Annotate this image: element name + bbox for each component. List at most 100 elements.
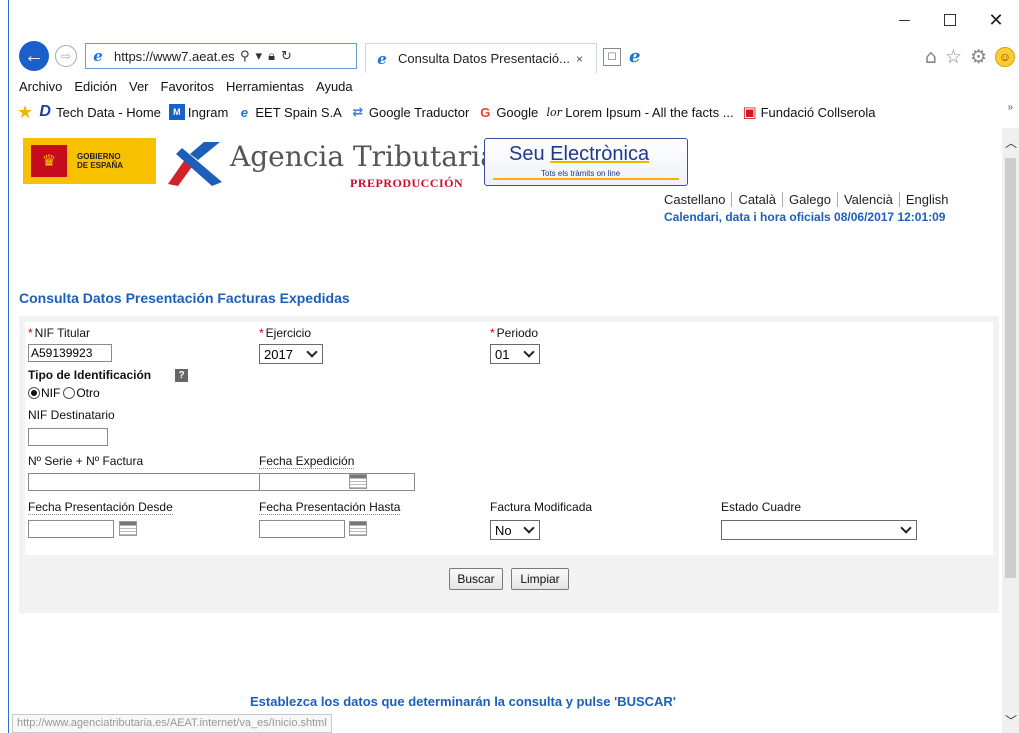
favorites-more-icon[interactable]: »: [1007, 102, 1013, 113]
ie-favorite-icon: e: [240, 104, 248, 120]
scroll-up-icon[interactable]: ︿: [1005, 134, 1017, 151]
menu-archivo[interactable]: Archivo: [19, 79, 62, 94]
new-tab-button[interactable]: ☐: [603, 48, 621, 66]
favorite-google-traductor[interactable]: ⇄ Google Traductor: [350, 104, 469, 120]
forward-button[interactable]: ⇨: [55, 45, 77, 67]
collserola-icon: ▣: [742, 104, 757, 121]
gobierno-text: GOBIERNO DE ESPAÑA: [77, 152, 124, 170]
menu-ver[interactable]: Ver: [129, 79, 149, 94]
favorite-ingram[interactable]: M Ingram: [168, 104, 228, 120]
vertical-scrollbar[interactable]: ︿ ﹀: [1002, 128, 1019, 733]
fecha-desde-input[interactable]: [28, 520, 114, 538]
search-form-panel: * NIF Titular A59139923 * Ejercicio 2017 *…: [19, 316, 999, 613]
chevron-down-icon: [523, 522, 535, 534]
home-icon[interactable]: ⌂: [925, 46, 937, 68]
menu-ayuda[interactable]: Ayuda: [316, 79, 353, 94]
techdata-icon: D: [39, 103, 51, 120]
fecha-hasta-input[interactable]: [259, 520, 345, 538]
factura-modificada-label: Factura Modificada: [490, 500, 593, 514]
tipo-identificacion-radios: NIF Otro: [28, 386, 100, 400]
browser-tools: ⌂ ☆ ⚙ ☺: [925, 46, 1015, 68]
calendar-icon[interactable]: [119, 521, 137, 536]
serie-factura-label: Nº Serie + Nº Factura: [28, 454, 144, 468]
agency-name[interactable]: Agencia Tributaria: [230, 140, 497, 173]
url-text[interactable]: https://www7.aeat.es/: [114, 49, 234, 64]
dropdown-icon[interactable]: ▾: [256, 48, 263, 64]
environment-label: PREPRODUCCIÓN: [350, 176, 464, 190]
menu-favoritos[interactable]: Favoritos: [161, 79, 214, 94]
address-tools: ⚲ ▾ 🔒︎ ↻: [240, 48, 292, 64]
tab-ie-icon: e: [377, 49, 387, 68]
chevron-down-icon: [306, 346, 318, 358]
address-bar[interactable]: e https://www7.aeat.es/ ⚲ ▾ 🔒︎ ↻: [85, 43, 357, 69]
favorite-fundacio-collserola[interactable]: ▣ Fundació Collserola: [742, 104, 875, 121]
scroll-down-icon[interactable]: ﹀: [1005, 712, 1017, 729]
nif-titular-input[interactable]: A59139923: [28, 344, 112, 362]
close-window-button[interactable]: ✕: [973, 0, 1019, 40]
factura-modificada-select[interactable]: No: [490, 520, 540, 540]
menu-bar: Archivo Edición Ver Favoritos Herramient…: [9, 76, 1019, 96]
gobierno-espana-logo[interactable]: ♛ GOBIERNO DE ESPAÑA: [23, 138, 156, 184]
agencia-tributaria-logo-icon[interactable]: [164, 138, 226, 188]
radio-otro[interactable]: [63, 387, 76, 399]
seu-subtitle: Tots els tràmits on line: [541, 169, 621, 178]
maximize-button[interactable]: [927, 0, 973, 40]
radio-otro-label: Otro: [76, 386, 100, 400]
estado-cuadre-select[interactable]: [721, 520, 917, 540]
lang-valencia[interactable]: Valencià: [836, 192, 899, 207]
search-icon[interactable]: ⚲: [240, 48, 250, 64]
serie-factura-input[interactable]: [28, 473, 260, 491]
favorites-bar: ★ D Tech Data - Home M Ingram e EET Spai…: [9, 100, 1019, 124]
lang-english[interactable]: English: [898, 192, 955, 207]
favorites-add-star-icon[interactable]: ★: [17, 102, 33, 123]
nif-destinatario-input[interactable]: [28, 428, 108, 446]
estado-cuadre-label: Estado Cuadre: [721, 500, 802, 514]
page-title: Consulta Datos Presentación Facturas Exp…: [19, 290, 350, 306]
fecha-expedicion-input[interactable]: [259, 473, 415, 491]
minimize-button[interactable]: [881, 0, 927, 40]
periodo-select[interactable]: 01: [490, 344, 540, 364]
ejercicio-label: * Ejercicio: [259, 326, 312, 340]
ejercicio-select[interactable]: 2017: [259, 344, 323, 364]
limpiar-button[interactable]: Limpiar: [511, 568, 569, 590]
scroll-thumb[interactable]: [1005, 158, 1016, 578]
fecha-desde-label: Fecha Presentación Desde: [28, 500, 173, 515]
favorite-google[interactable]: G Google: [477, 104, 538, 120]
arrow-right-icon: ⇨: [60, 49, 72, 63]
settings-gear-icon[interactable]: ⚙: [970, 46, 987, 68]
lang-castellano[interactable]: Castellano: [664, 192, 731, 207]
favorites-star-icon[interactable]: ☆: [945, 46, 962, 68]
buscar-button[interactable]: Buscar: [449, 568, 503, 590]
official-calendar-link[interactable]: Calendari, data i hora oficials 08/06/20…: [664, 210, 945, 224]
radio-nif[interactable]: [28, 387, 40, 399]
menu-edicion[interactable]: Edición: [74, 79, 117, 94]
tab-title: Consulta Datos Presentació...: [398, 51, 570, 66]
tab-close-icon[interactable]: ×: [576, 52, 583, 66]
status-bar-url: http://www.agenciatributaria.es/AEAT.int…: [12, 714, 332, 733]
periodo-label: * Periodo: [490, 326, 539, 340]
instruction-text: Establezca los datos que determinarán la…: [250, 694, 676, 709]
refresh-icon[interactable]: ↻: [281, 48, 292, 64]
google-icon: G: [480, 104, 491, 120]
lang-catala[interactable]: Català: [731, 192, 782, 207]
calendar-icon[interactable]: [349, 521, 367, 536]
ie-logo-icon[interactable]: e: [629, 46, 640, 67]
ingram-icon: M: [168, 104, 185, 120]
favorite-tech-data[interactable]: D Tech Data - Home: [37, 103, 161, 120]
search-form-fields: * NIF Titular A59139923 * Ejercicio 2017 *…: [25, 322, 993, 555]
chevron-down-icon: [900, 522, 912, 534]
fecha-expedicion-label: Fecha Expedición: [259, 454, 355, 469]
language-links: Castellano Català Galego Valencià Englis…: [664, 192, 954, 207]
menu-herramientas[interactable]: Herramientas: [226, 79, 304, 94]
favorite-lorem-ipsum[interactable]: lor Lorem Ipsum - All the facts ...: [546, 104, 734, 120]
back-button[interactable]: ←: [19, 41, 49, 71]
feedback-smiley-icon[interactable]: ☺: [995, 47, 1015, 67]
help-icon[interactable]: ?: [175, 369, 188, 382]
seu-electronica-banner[interactable]: Seu Electrònica Tots els tràmits on line: [484, 138, 688, 186]
browser-tab[interactable]: e Consulta Datos Presentació... ×: [365, 43, 597, 73]
calendar-icon[interactable]: [349, 474, 367, 489]
favorite-eet-spain[interactable]: e EET Spain S.A: [236, 104, 342, 120]
lang-galego[interactable]: Galego: [782, 192, 837, 207]
window-left-edge: [0, 0, 9, 733]
lock-icon[interactable]: 🔒︎: [268, 48, 275, 64]
